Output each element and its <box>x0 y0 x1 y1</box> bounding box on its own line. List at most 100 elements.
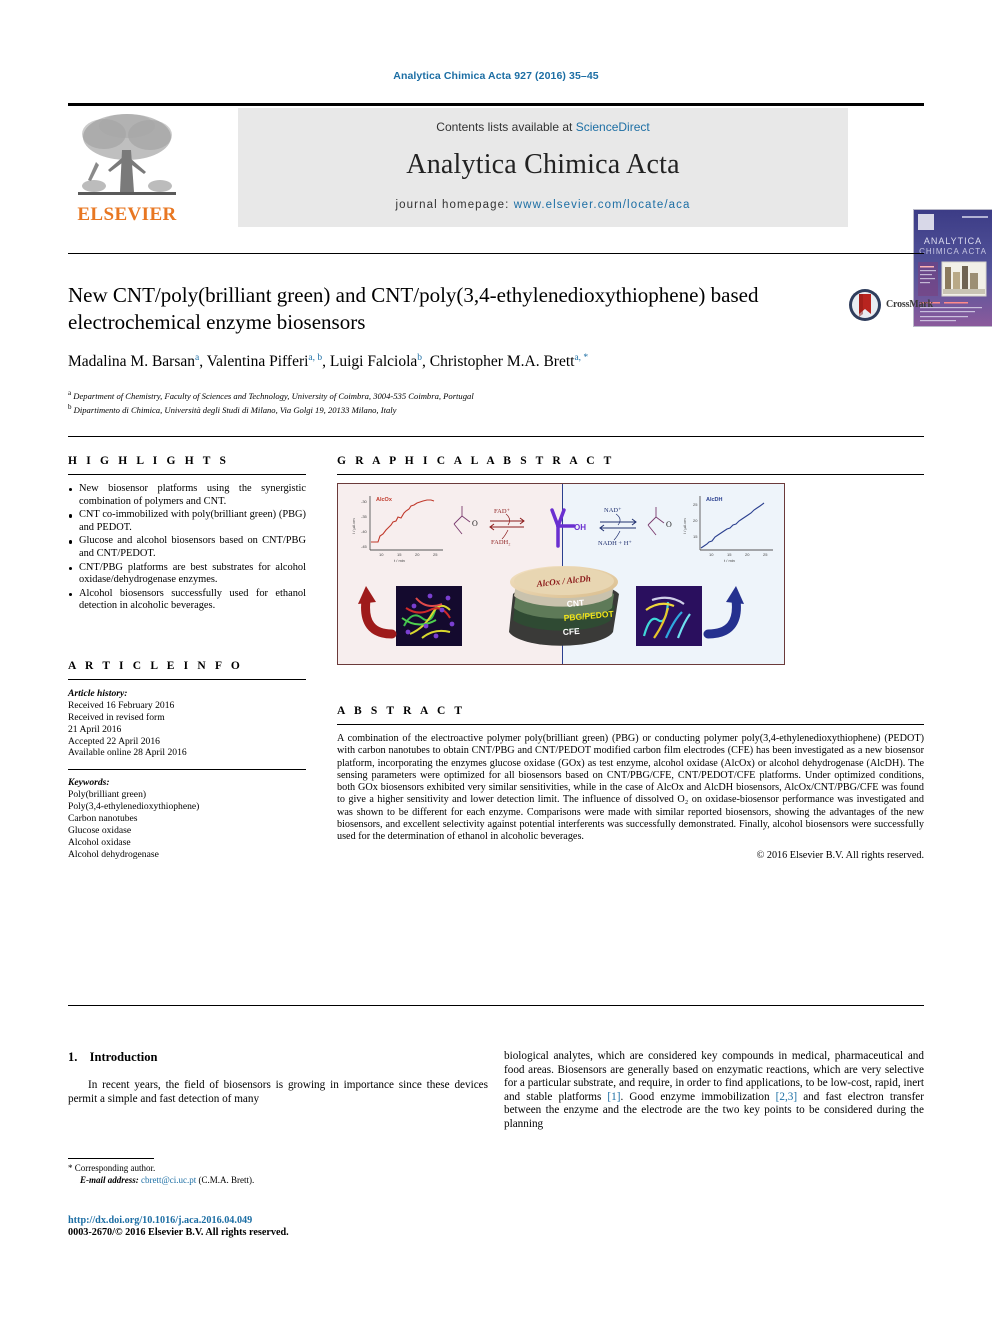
doi-block: http://dx.doi.org/10.1016/j.aca.2016.04.… <box>68 1215 568 1238</box>
svg-text:I / µA cm: I / µA cm <box>351 518 356 534</box>
right-feedback-arrow-icon <box>703 586 744 639</box>
affiliation-a: a Department of Chemistry, Faculty of Sc… <box>68 389 868 401</box>
abstract-rule <box>337 724 924 725</box>
list-item: CNT co-immobilized with poly(brilliant g… <box>68 509 306 534</box>
corresponding-star: * <box>68 1163 73 1173</box>
cnt-layer-label: CNT <box>566 597 585 609</box>
journal-masthead: ELSEVIER Contents lists available at Sci… <box>68 103 992 327</box>
contents-prefix: Contents lists available at <box>436 120 576 134</box>
running-head: Analytica Chimica Acta 927 (2016) 35–45 <box>393 70 599 82</box>
protein-ribbon-icon <box>636 586 702 646</box>
title-top-rule <box>68 253 924 254</box>
keywords-label: Keywords: <box>68 777 110 789</box>
history-line: 21 April 2016 <box>68 723 122 735</box>
affiliation-text: Department of Chemistry, Faculty of Scie… <box>73 390 474 401</box>
nadh-label: NADH + H⁺ <box>598 540 632 547</box>
author-mark: a, b <box>308 353 323 363</box>
body-left-column: 1. Introduction In recent years, the fie… <box>68 1050 488 1106</box>
svg-text:t / min: t / min <box>394 558 405 563</box>
highlights-rule <box>68 474 306 475</box>
author-name: Luigi Falciola <box>329 353 418 371</box>
fad-label: FAD⁺ <box>494 508 511 515</box>
affiliation-b: b Dipartimento di Chimica, Università de… <box>68 403 868 415</box>
email-link[interactable]: cbrett@ci.uc.pt <box>141 1175 196 1185</box>
svg-text:-35: -35 <box>361 514 368 519</box>
issn-copyright-line: 0003-2670/© 2016 Elsevier B.V. All right… <box>68 1227 289 1238</box>
citation-ref-2[interactable]: [2,3] <box>776 1091 797 1103</box>
keyword-item: Glucose oxidase <box>68 825 132 836</box>
svg-text:O: O <box>472 519 478 528</box>
abstract-heading: A B S T R A C T <box>337 705 466 717</box>
history-line: Received in revised form <box>68 711 165 723</box>
email-line: E-mail address: cbrett@ci.uc.pt (C.M.A. … <box>68 1175 488 1187</box>
alcox-protein-structure-image <box>396 586 462 646</box>
author-name: Valentina Pifferi <box>206 353 309 371</box>
left-column: H I G H L I G H T S New biosensor platfo… <box>68 455 306 861</box>
sciencedirect-link[interactable]: ScienceDirect <box>576 120 650 134</box>
keyword-item: Alcohol dehydrogenase <box>68 848 159 860</box>
doi-link[interactable]: http://dx.doi.org/10.1016/j.aca.2016.04.… <box>68 1215 568 1226</box>
elsevier-tree-icon <box>78 114 176 195</box>
svg-text:t / min: t / min <box>724 558 735 563</box>
layered-electrode-diagram: AlcOx / AlcDh CNT PBG/PEDOT CFE <box>509 566 619 646</box>
graphical-abstract-heading: G R A P H I C A L A B S T R A C T <box>337 455 615 467</box>
affiliation-text: Dipartimento di Chimica, Università degl… <box>73 404 397 415</box>
article-info-rule <box>68 678 306 680</box>
section-divider-rule <box>68 436 924 437</box>
contents-line: Contents lists available at ScienceDirec… <box>238 120 848 134</box>
corresponding-label: Corresponding author. <box>74 1163 156 1173</box>
paragraph-part: . Good enzyme immobilization <box>620 1090 776 1103</box>
list-item: Alcohol biosensors successfully used for… <box>68 588 306 613</box>
svg-text:20: 20 <box>693 518 698 523</box>
list-item: Glucose and alcohol biosensors based on … <box>68 535 306 560</box>
alcox-curve-label: AlcOx <box>376 497 393 503</box>
body-right-column: biological analytes, which are considere… <box>504 1050 924 1132</box>
author-name: Madalina M. Barsan <box>68 353 195 371</box>
svg-text:20: 20 <box>745 552 750 557</box>
homepage-prefix: journal homepage: <box>395 199 514 211</box>
svg-text:15: 15 <box>693 534 698 539</box>
homepage-url-link[interactable]: www.elsevier.com/locate/aca <box>514 199 691 211</box>
svg-text:I / µA cm: I / µA cm <box>682 518 687 534</box>
oh-group-label: OH <box>574 523 586 532</box>
alcdh-response-chart: 25 20 15 10 15 20 25 t / min I / µA cm A… <box>682 496 773 563</box>
keyword-item: Poly(3,4-ethylenedioxythiophene) <box>68 801 200 813</box>
alcdh-protein-structure-image <box>636 586 702 646</box>
author-mark: b <box>417 353 423 363</box>
svg-text:25: 25 <box>433 552 438 557</box>
paragraph: biological analytes, which are considere… <box>504 1050 924 1132</box>
svg-text:25: 25 <box>693 502 698 507</box>
paragraph: In recent years, the field of biosensors… <box>68 1079 488 1105</box>
journal-homepage-line: journal homepage: www.elsevier.com/locat… <box>238 199 848 211</box>
crossmark-badge[interactable]: CrossMark <box>848 288 940 322</box>
article-info-heading: A R T I C L E I N F O <box>68 659 243 672</box>
author-mark: a, * <box>574 353 589 363</box>
citation-ref-1[interactable]: [1] <box>607 1091 620 1103</box>
svg-text:25: 25 <box>763 552 768 557</box>
alcohol-molecule-icon: OH <box>550 508 586 548</box>
highlights-heading: H I G H L I G H T S <box>68 455 230 467</box>
nad-label: NAD⁺ <box>604 507 622 514</box>
crossmark-label: CrossMark <box>886 299 933 310</box>
keywords-block: Keywords: Poly(brilliant green) Poly(3,4… <box>68 777 306 860</box>
elsevier-wordmark: ELSEVIER <box>77 204 177 225</box>
graphical-abstract-rule <box>337 474 924 475</box>
svg-text:-40: -40 <box>361 529 368 534</box>
article-history-block: Article history: Received 16 February 20… <box>68 688 306 759</box>
affiliation-mark: a <box>68 389 72 397</box>
section-number: 1. <box>68 1050 78 1064</box>
footnote-rule <box>68 1158 154 1159</box>
highlights-list: New biosensor platforms using the synerg… <box>68 483 306 613</box>
left-feedback-arrow-icon <box>358 586 397 639</box>
author-list: Madalina M. Barsana, Valentina Pifferia,… <box>68 353 589 371</box>
svg-text:O: O <box>666 520 672 529</box>
svg-text:-45: -45 <box>361 544 368 549</box>
corresponding-author-line: * Corresponding author. <box>68 1163 488 1175</box>
author-name: Christopher M.A. Brett <box>429 353 575 371</box>
list-item: New biosensor platforms using the synerg… <box>68 483 306 508</box>
crossmark-icon <box>849 289 881 321</box>
paper-page: Analytica Chimica Acta 927 (2016) 35–45 <box>0 0 992 1323</box>
abstract-copyright: © 2016 Elsevier B.V. All rights reserved… <box>756 849 924 861</box>
masthead-top-rule <box>68 103 924 106</box>
keywords-divider-rule <box>68 769 306 771</box>
